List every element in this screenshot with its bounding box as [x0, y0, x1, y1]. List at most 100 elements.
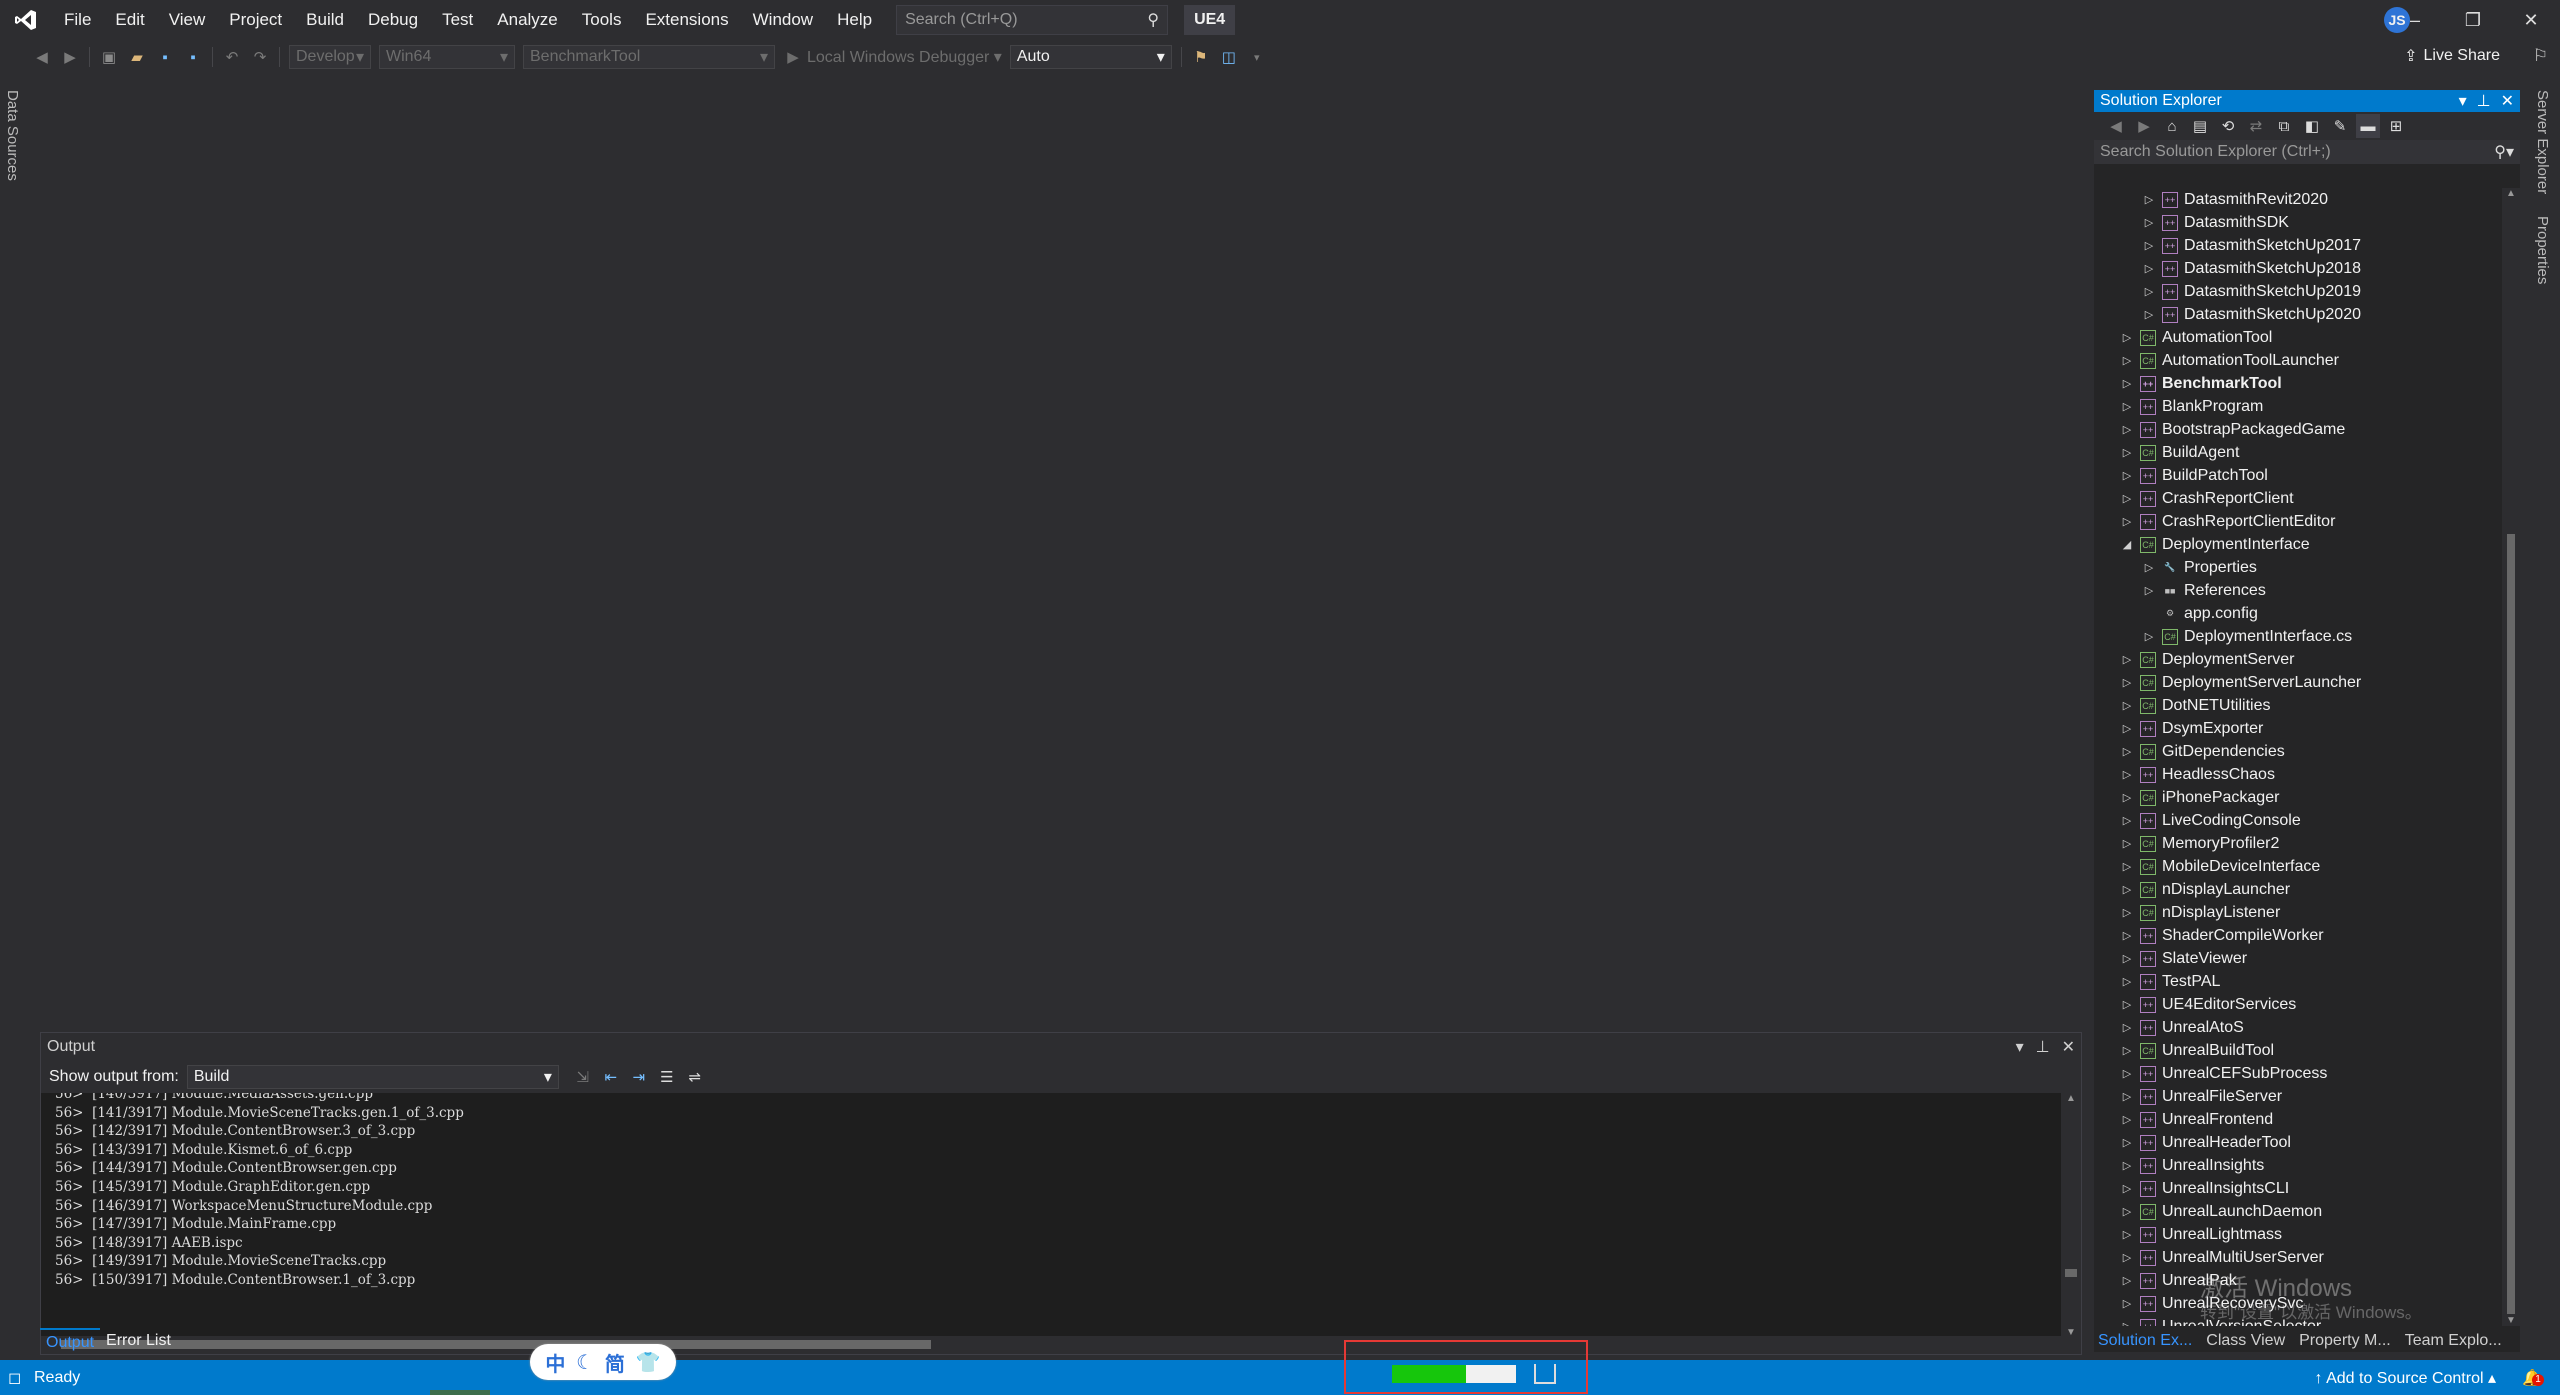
tree-item[interactable]: ▷ ++ UnrealCEFSubProcess: [2094, 1062, 2502, 1085]
server-explorer-tab[interactable]: Server Explorer: [2534, 90, 2551, 194]
collapsed-arrow-icon[interactable]: ▷: [2118, 676, 2136, 689]
tree-item[interactable]: ▷ C# DotNETUtilities: [2094, 694, 2502, 717]
tree-item[interactable]: ▷ ++ UnrealMultiUserServer: [2094, 1246, 2502, 1269]
tree-item[interactable]: ▷ C# DeploymentServer: [2094, 648, 2502, 671]
scroll-up-icon[interactable]: ▲: [2061, 1093, 2081, 1104]
minimize-icon[interactable]: –: [2386, 10, 2444, 31]
tree-item[interactable]: ▷ C# DeploymentServerLauncher: [2094, 671, 2502, 694]
output-horizontal-scrollbar[interactable]: [41, 1336, 2063, 1354]
collapsed-arrow-icon[interactable]: ▷: [2118, 699, 2136, 712]
start-debugging-icon[interactable]: ▶: [781, 45, 805, 69]
tree-item[interactable]: ▷ ++ DatasmithSketchUp2017: [2094, 234, 2502, 257]
word-wrap-icon[interactable]: ⇌: [683, 1065, 707, 1089]
tree-item[interactable]: ▷ ++ DatasmithSketchUp2020: [2094, 303, 2502, 326]
collapsed-arrow-icon[interactable]: ▷: [2118, 906, 2136, 919]
collapsed-arrow-icon[interactable]: ▷: [2118, 1159, 2136, 1172]
scroll-thumb[interactable]: [2507, 534, 2515, 1314]
scroll-up-icon[interactable]: ▲: [2502, 188, 2520, 199]
tree-item[interactable]: ▷ ++ DatasmithSketchUp2018: [2094, 257, 2502, 280]
collapsed-arrow-icon[interactable]: ▷: [2118, 837, 2136, 850]
pin-icon[interactable]: ⊥: [2036, 1037, 2050, 1057]
tree-item[interactable]: ▷ ++ UnrealHeaderTool: [2094, 1131, 2502, 1154]
collapsed-arrow-icon[interactable]: ▷: [2140, 630, 2158, 643]
collapsed-arrow-icon[interactable]: ▷: [2118, 1251, 2136, 1264]
collapsed-arrow-icon[interactable]: ▷: [2118, 423, 2136, 436]
scroll-down-icon[interactable]: ▼: [2061, 1327, 2081, 1338]
forward-icon[interactable]: ▶: [2132, 114, 2156, 138]
tree-item[interactable]: ▷ C# nDisplayListener: [2094, 901, 2502, 924]
tree-item[interactable]: ▷ C# AutomationTool: [2094, 326, 2502, 349]
scroll-thumb[interactable]: [2065, 1269, 2077, 1277]
tree-item[interactable]: ▷ ++ UnrealFileServer: [2094, 1085, 2502, 1108]
tree-item[interactable]: ▷ ++ CrashReportClientEditor: [2094, 510, 2502, 533]
expanded-arrow-icon[interactable]: ◢: [2118, 538, 2136, 551]
navigate-forward-icon[interactable]: ▶: [58, 45, 82, 69]
collapsed-arrow-icon[interactable]: ▷: [2140, 216, 2158, 229]
data-sources-tab[interactable]: Data Sources: [4, 90, 21, 181]
collapsed-arrow-icon[interactable]: ▷: [2118, 814, 2136, 827]
collapsed-arrow-icon[interactable]: ▷: [2118, 1044, 2136, 1057]
tree-item[interactable]: ▷ ++ UnrealLightmass: [2094, 1223, 2502, 1246]
tree-item[interactable]: ▷ ++ TestPAL: [2094, 970, 2502, 993]
debugger-button[interactable]: Local Windows Debugger ▾: [807, 47, 1002, 67]
collapsed-arrow-icon[interactable]: ▷: [2118, 1067, 2136, 1080]
tree-item[interactable]: ▷ ++ UE4EditorServices: [2094, 993, 2502, 1016]
tree-item[interactable]: ▷ ■■ References: [2094, 579, 2502, 602]
tree-item[interactable]: ▷ C# UnrealBuildTool: [2094, 1039, 2502, 1062]
tree-item[interactable]: ▷ ++ DatasmithSDK: [2094, 211, 2502, 234]
home-icon[interactable]: ⌂: [2160, 114, 2184, 138]
tree-item[interactable]: ▷ C# iPhonePackager: [2094, 786, 2502, 809]
quick-search-input[interactable]: Search (Ctrl+Q) ⚲: [896, 5, 1169, 35]
tree-item[interactable]: ▷ C# nDisplayLauncher: [2094, 878, 2502, 901]
ime-button[interactable]: 中: [545, 1348, 565, 1377]
show-all-files-icon[interactable]: ◧: [2300, 114, 2324, 138]
tree-item[interactable]: ▷ ++ DatasmithRevit2020: [2094, 188, 2502, 211]
navigate-back-icon[interactable]: ◀: [30, 45, 54, 69]
tree-item[interactable]: ▷ ++ UnrealInsights: [2094, 1154, 2502, 1177]
screenshot-icon[interactable]: ◫: [1217, 45, 1241, 69]
collapsed-arrow-icon[interactable]: ▷: [2118, 1205, 2136, 1218]
collapsed-arrow-icon[interactable]: ▷: [2118, 1320, 2136, 1326]
tree-item[interactable]: ▷ ++ UnrealFrontend: [2094, 1108, 2502, 1131]
window-position-icon[interactable]: ▾: [2016, 1037, 2024, 1057]
collapsed-arrow-icon[interactable]: ▷: [2118, 975, 2136, 988]
collapsed-arrow-icon[interactable]: ▷: [2140, 285, 2158, 298]
tree-item[interactable]: ▷ ++ SlateViewer: [2094, 947, 2502, 970]
collapsed-arrow-icon[interactable]: ▷: [2118, 1136, 2136, 1149]
save-all-icon[interactable]: ▪: [181, 45, 205, 69]
collapsed-arrow-icon[interactable]: ▷: [2118, 331, 2136, 344]
collapsed-arrow-icon[interactable]: ▷: [2118, 1297, 2136, 1310]
tab-output[interactable]: Output: [40, 1328, 101, 1354]
menu-item-build[interactable]: Build: [294, 0, 356, 40]
collapsed-arrow-icon[interactable]: ▷: [2118, 653, 2136, 666]
collapsed-arrow-icon[interactable]: ▷: [2118, 1090, 2136, 1103]
previous-message-icon[interactable]: ⇤: [599, 1065, 623, 1089]
tab-class-view[interactable]: Class View: [2202, 1332, 2289, 1350]
close-window-icon[interactable]: ✕: [2502, 10, 2560, 31]
collapsed-arrow-icon[interactable]: ▷: [2118, 1113, 2136, 1126]
collapsed-arrow-icon[interactable]: ▷: [2118, 1182, 2136, 1195]
tab-team-explo[interactable]: Team Explo...: [2401, 1332, 2506, 1350]
menu-item-tools[interactable]: Tools: [570, 0, 634, 40]
tree-item[interactable]: ▷ ++ BootstrapPackagedGame: [2094, 418, 2502, 441]
collapsed-arrow-icon[interactable]: ▷: [2118, 860, 2136, 873]
collapsed-arrow-icon[interactable]: ▷: [2140, 584, 2158, 597]
tree-item[interactable]: ▷ 🔧 Properties: [2094, 556, 2502, 579]
undo-icon[interactable]: ↶: [220, 45, 244, 69]
live-share-button[interactable]: ⇪ Live Share: [2404, 46, 2500, 66]
sync-icon[interactable]: ⇄: [2244, 114, 2268, 138]
menu-item-file[interactable]: File: [52, 0, 103, 40]
tree-item[interactable]: ▷ ++ DsymExporter: [2094, 717, 2502, 740]
tree-item[interactable]: ▷ ++ BuildPatchTool: [2094, 464, 2502, 487]
collapsed-arrow-icon[interactable]: ▷: [2118, 1274, 2136, 1287]
redo-icon[interactable]: ↷: [248, 45, 272, 69]
tab-error-list[interactable]: Error List: [100, 1328, 177, 1354]
clear-all-icon[interactable]: ☰: [655, 1065, 679, 1089]
tree-item[interactable]: ▷ C# MemoryProfiler2: [2094, 832, 2502, 855]
pending-changes-filter-icon[interactable]: ⟲: [2216, 114, 2240, 138]
collapsed-arrow-icon[interactable]: ▷: [2118, 400, 2136, 413]
menu-item-help[interactable]: Help: [825, 0, 884, 40]
debugger-mode-dropdown[interactable]: Auto ▾: [1009, 45, 1172, 69]
tab-solution-ex[interactable]: Solution Ex...: [2094, 1332, 2196, 1350]
tab-property-m[interactable]: Property M...: [2295, 1332, 2395, 1350]
